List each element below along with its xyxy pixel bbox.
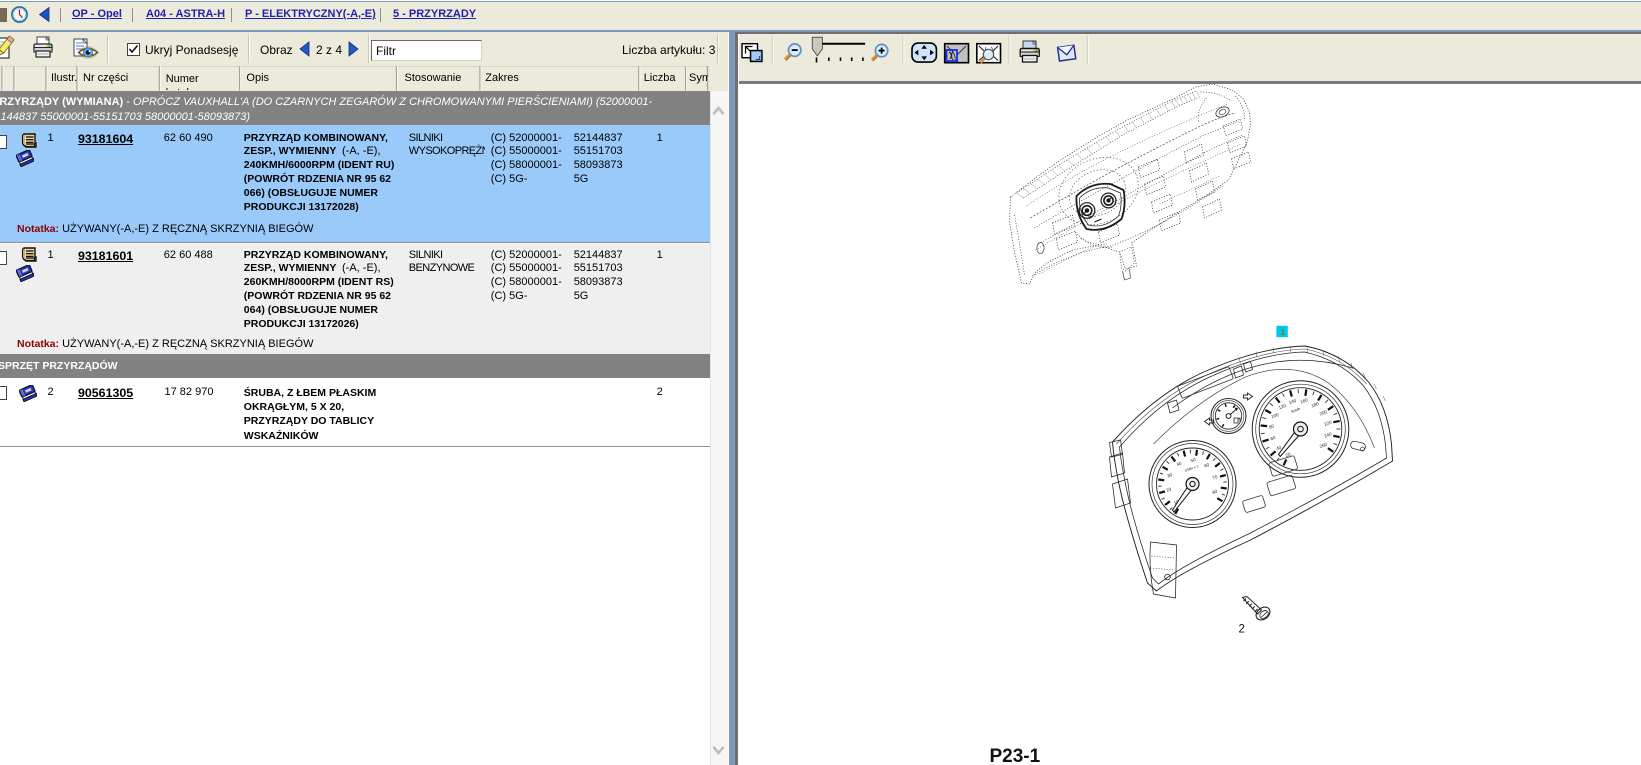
svg-text:120: 120 [1277, 403, 1286, 410]
svg-text:160: 160 [1299, 397, 1308, 404]
svg-text:P23-1: P23-1 [989, 746, 1040, 765]
svg-text:80: 80 [1268, 423, 1275, 430]
svg-text:220: 220 [1323, 419, 1332, 426]
svg-text:40: 40 [1175, 461, 1182, 468]
svg-text:60: 60 [1269, 435, 1276, 442]
svg-text:260: 260 [1318, 442, 1327, 449]
svg-text:80: 80 [1211, 489, 1218, 496]
svg-text:60: 60 [1203, 462, 1210, 469]
svg-text:140: 140 [1288, 398, 1297, 405]
svg-text:180: 180 [1310, 401, 1319, 408]
svg-text:50: 50 [1189, 457, 1196, 464]
svg-text:km/h: km/h [1290, 406, 1301, 414]
svg-text:100: 100 [1270, 412, 1279, 419]
svg-text:200: 200 [1318, 409, 1327, 416]
svg-text:1/Min x 1: 1/Min x 1 [1183, 464, 1198, 473]
svg-text:30: 30 [1166, 472, 1173, 479]
svg-text:20: 20 [1165, 486, 1172, 493]
svg-text:2: 2 [1238, 624, 1244, 636]
svg-text:1: 1 [1280, 327, 1285, 337]
svg-text:70: 70 [1211, 474, 1218, 481]
svg-text:240: 240 [1323, 431, 1332, 438]
